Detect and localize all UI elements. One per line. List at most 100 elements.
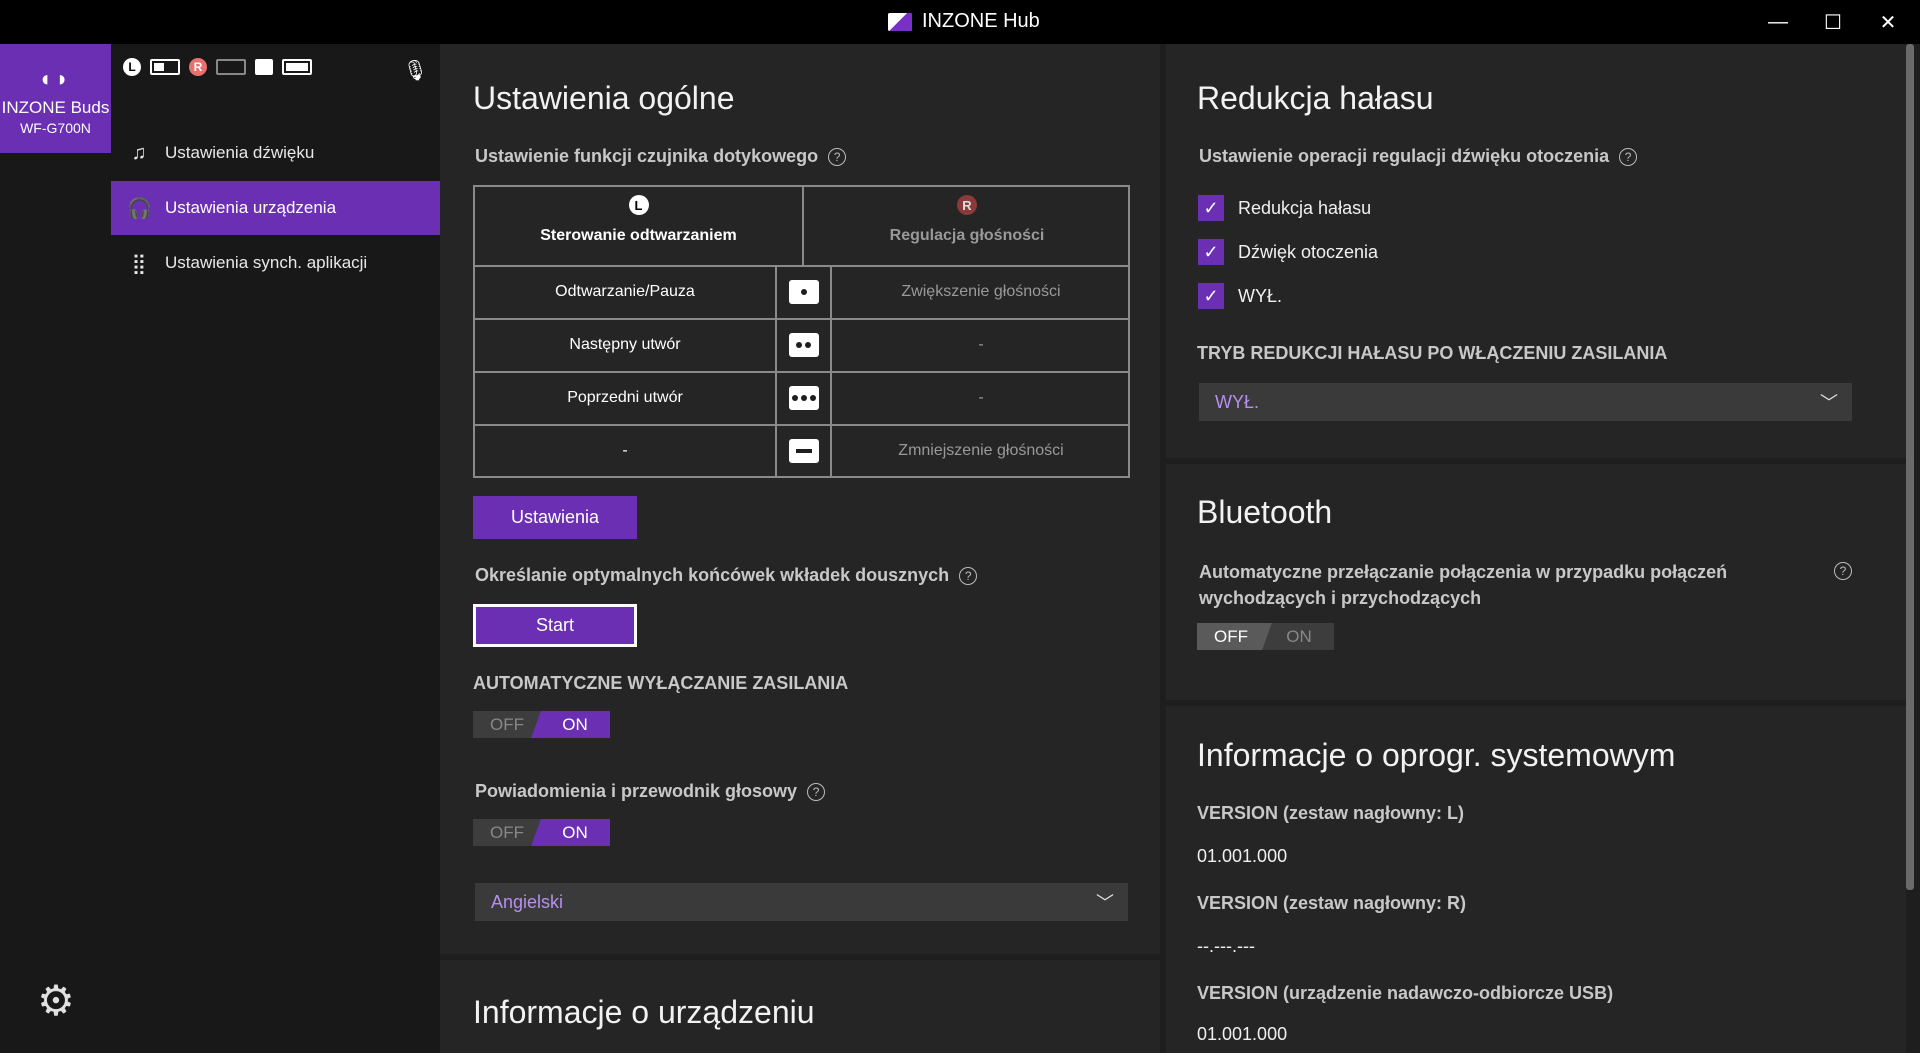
language-select[interactable]: Angielski ﹀ [475, 883, 1128, 921]
gear-icon[interactable]: ⚙ [34, 977, 78, 1024]
left-earbud-indicator: L [123, 58, 141, 76]
toggle-off-label: OFF [490, 714, 524, 734]
right-header-text: Regulacja głośności [889, 227, 1045, 244]
eartips-label-text: Określanie optymalnych końcówek wkładek … [475, 565, 950, 585]
hold-icon [788, 438, 819, 463]
toggle-on-label: ON [562, 714, 588, 734]
scrollbar[interactable] [1906, 44, 1914, 890]
inzone-logo-icon [888, 12, 912, 31]
sidebar-item-label: Ustawienia dźwięku [165, 143, 315, 162]
divider [775, 265, 777, 476]
music-note-icon: ♫ [131, 141, 147, 164]
version-r-value: --.---.--- [1197, 936, 1255, 956]
general-settings-title: Ustawienia ogólne [473, 80, 735, 116]
table-cell-right: Zmniejszenie głośności [832, 424, 1130, 475]
ambient-sound-checkbox-row[interactable]: ✓ Dźwięk otoczenia [1198, 239, 1378, 265]
headphones-icon: 🎧 [127, 197, 152, 220]
table-cell-left: Odtwarzanie/Pauza [475, 265, 775, 316]
auto-switch-label: Automatyczne przełączanie połączenia w p… [1199, 559, 1799, 611]
minimize-button[interactable]: — [1751, 0, 1805, 44]
app-title-text: INZONE Hub [922, 10, 1040, 32]
voice-guidance-label: Powiadomienia i przewodnik głosowy? [475, 781, 826, 802]
divider [830, 265, 832, 476]
version-usb-label: VERSION (urządzenie nadawczo-odbiorcze U… [1197, 983, 1614, 1003]
settings-button[interactable]: Ustawienia [473, 496, 637, 539]
sidebar-item-device[interactable]: 🎧 Ustawienia urządzenia [111, 181, 440, 235]
toggle-on-label: ON [1286, 626, 1312, 646]
version-r-label: VERSION (zestaw nagłowny: R) [1197, 893, 1467, 913]
eartips-label: Określanie optymalnych końcówek wkładek … [475, 565, 978, 586]
power-on-mode-value: WYŁ. [1215, 391, 1260, 412]
auto-switch-line-1: Automatyczne przełączanie połączenia w p… [1199, 562, 1728, 582]
help-icon[interactable]: ? [828, 148, 847, 167]
microphone-icon: 🎙 [402, 60, 428, 82]
title-bar: INZONE Hub — ☐ ✕ [0, 0, 1920, 44]
right-earbud-header[interactable]: R Regulacja głośności [804, 187, 1130, 265]
table-cell-left: - [475, 424, 775, 475]
table-cell-gesture [775, 371, 832, 422]
table-cell-gesture [775, 265, 832, 316]
device-tile[interactable]: ◖◗ INZONE Buds WF-G700N [0, 44, 111, 153]
sidebar-item-app-sync[interactable]: ⣿ Ustawienia synch. aplikacji [111, 236, 440, 290]
checkbox-checked-icon[interactable]: ✓ [1198, 283, 1224, 309]
voice-guidance-toggle[interactable]: OFF ON [473, 819, 610, 846]
maximize-button[interactable]: ☐ [1806, 0, 1860, 44]
checkbox-checked-icon[interactable]: ✓ [1198, 239, 1224, 265]
checkbox-label: Dźwięk otoczenia [1238, 241, 1379, 262]
triple-tap-icon [788, 385, 819, 410]
voice-guidance-label-text: Powiadomienia i przewodnik głosowy [475, 781, 798, 801]
noise-cancel-checkbox-row[interactable]: ✓ Redukcja hałasu [1198, 195, 1371, 221]
checkbox-label: WYŁ. [1238, 285, 1283, 306]
right-indicator-icon: R [957, 195, 977, 215]
help-icon[interactable]: ? [959, 567, 978, 586]
table-cell-gesture [775, 318, 832, 369]
version-l-label: VERSION (zestaw nagłowny: L) [1197, 803, 1465, 823]
device-model: WF-G700N [20, 120, 91, 136]
checkbox-checked-icon[interactable]: ✓ [1198, 195, 1224, 221]
table-cell-right: - [832, 318, 1130, 369]
noise-reduction-title: Redukcja hałasu [1197, 80, 1434, 116]
bluetooth-title: Bluetooth [1197, 494, 1333, 530]
toggle-off-label: OFF [490, 822, 524, 842]
checkbox-label: Redukcja hałasu [1238, 197, 1372, 218]
version-usb-value: 01.001.000 [1197, 1024, 1288, 1044]
help-icon[interactable]: ? [807, 783, 826, 802]
status-row: L R [123, 58, 312, 76]
chevron-down-icon: ﹀ [1096, 893, 1114, 913]
version-l-value: 01.001.000 [1197, 846, 1288, 866]
ambient-sound-label-text: Ustawienie operacji regulacji dźwięku ot… [1199, 146, 1610, 166]
sidebar-item-label: Ustawienia urządzenia [165, 198, 337, 217]
double-tap-icon [788, 332, 819, 357]
left-earbud-header[interactable]: L Sterowanie odtwarzaniem [475, 187, 802, 265]
power-on-mode-select[interactable]: WYŁ. ﹀ [1199, 383, 1852, 421]
auto-switch-toggle[interactable]: OFF ON [1197, 623, 1334, 650]
help-icon[interactable]: ? [1834, 562, 1852, 580]
close-button[interactable]: ✕ [1861, 0, 1915, 44]
power-on-mode-label: TRYB REDUKCJI HAŁASU PO WŁĄCZENIU ZASILA… [1197, 343, 1668, 363]
help-icon[interactable]: ? [1619, 148, 1638, 167]
case-battery-icon [282, 59, 312, 75]
off-checkbox-row[interactable]: ✓ WYŁ. [1198, 283, 1282, 309]
start-button[interactable]: Start [473, 604, 637, 647]
table-cell-gesture [775, 424, 832, 475]
left-battery-icon [150, 59, 180, 75]
table-cell-left: Następny utwór [475, 318, 775, 369]
toggle-on-label: ON [562, 822, 588, 842]
auto-power-off-toggle[interactable]: OFF ON [473, 711, 610, 738]
auto-switch-line-2: wychodzących i przychodzących [1199, 588, 1482, 608]
table-cell-left: Poprzedni utwór [475, 371, 775, 422]
toggle-off-label: OFF [1214, 626, 1248, 646]
case-icon [255, 59, 273, 75]
touch-sensor-label-text: Ustawienie funkcji czujnika dotykowego [475, 146, 819, 166]
auto-power-off-label: AUTOMATYCZNE WYŁĄCZANIE ZASILANIA [473, 673, 849, 693]
right-battery-icon [216, 59, 246, 75]
earbuds-icon: ◖◗ [38, 66, 73, 91]
grid-icon: ⣿ [131, 252, 147, 275]
single-tap-icon [788, 279, 819, 304]
firmware-title: Informacje o oprogr. systemowym [1197, 737, 1676, 773]
language-select-value: Angielski [491, 891, 564, 912]
table-cell-right: - [832, 371, 1130, 422]
table-cell-right: Zwiększenie głośności [832, 265, 1130, 316]
sidebar-item-label: Ustawienia synch. aplikacji [165, 253, 368, 272]
sidebar-item-sound[interactable]: ♫ Ustawienia dźwięku [111, 126, 440, 180]
